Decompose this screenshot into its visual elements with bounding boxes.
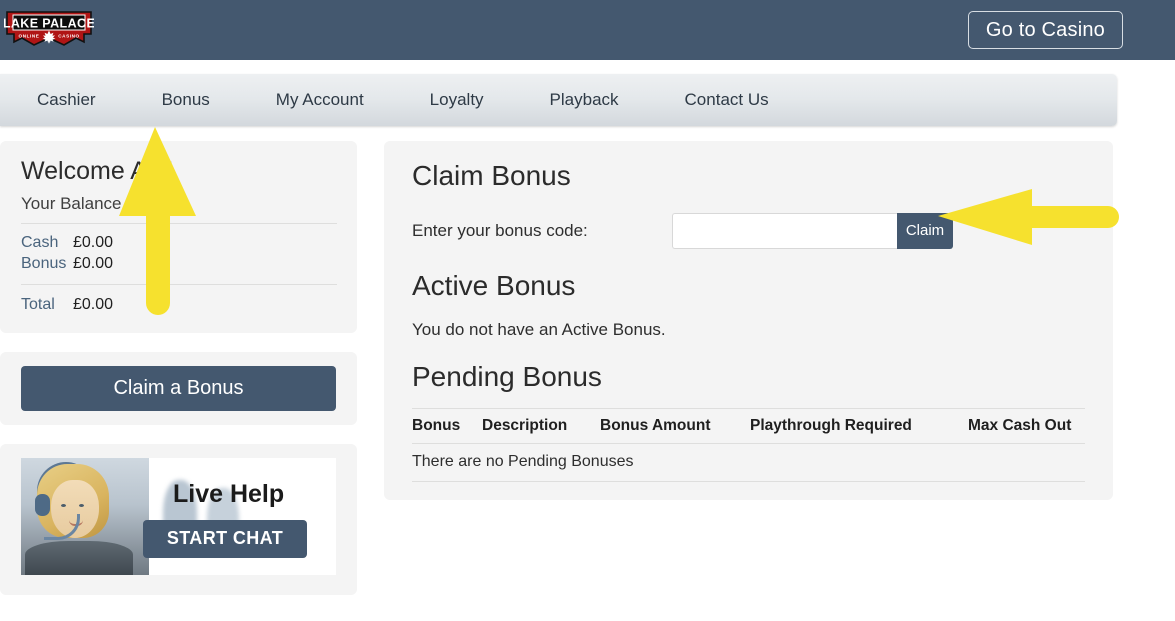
balance-row-cash: Cash £0.00 [21,232,337,253]
claim-a-bonus-button[interactable]: Claim a Bonus [21,365,336,411]
column-playthrough-required: Playthrough Required [750,407,968,444]
live-help-panel: Live Help START CHAT [0,443,357,595]
pending-bonus-empty-message: There are no Pending Bonuses [412,443,1085,482]
svg-text:ONLINE: ONLINE [19,34,40,39]
pending-bonus-heading: Pending Bonus [412,361,602,393]
headset-earcup [35,493,50,516]
balance-label-total: Total [21,295,55,313]
column-bonus: Bonus [412,407,482,444]
balance-row-bonus: Bonus £0.00 [21,253,337,274]
start-chat-button[interactable]: START CHAT [143,519,307,558]
active-bonus-message: You do not have an Active Bonus. [412,320,666,340]
agent-eye-left [61,503,66,507]
logo-graphic: LAKE PALACE ONLINE CASINO [4,11,94,46]
active-bonus-heading: Active Bonus [412,269,576,301]
nav-item-my-account[interactable]: My Account [262,90,378,110]
balance-heading: Your Balance [21,193,122,213]
column-max-cash-out: Max Cash Out [968,407,1085,444]
live-help-title: Live Help [173,479,285,508]
main-navigation: Cashier Bonus My Account Loyalty Playbac… [0,74,1117,126]
nav-item-loyalty[interactable]: Loyalty [416,90,498,110]
lake-palace-logo[interactable]: LAKE PALACE ONLINE CASINO [4,8,94,52]
bonus-code-input[interactable] [672,212,897,249]
nav-item-playback[interactable]: Playback [536,90,633,110]
agent-torso [25,540,133,575]
bonus-code-row: Enter your bonus code: Claim [412,212,1085,249]
column-bonus-amount: Bonus Amount [600,407,750,444]
start-chat-label: START CHAT [166,528,284,549]
balance-panel: Welcome A n! Your Balance Cash £0.00 Bon… [0,141,357,333]
nav-item-contact-us[interactable]: Contact Us [671,90,783,110]
claim-bonus-panel: Claim a Bonus [0,351,357,425]
go-to-casino-label: Go to Casino [985,18,1105,41]
table-row: There are no Pending Bonuses [412,443,1085,482]
balance-label-cash: Cash [21,233,59,251]
go-to-casino-button[interactable]: Go to Casino [967,11,1123,49]
pending-bonus-table: Bonus Description Bonus Amount Playthrou… [412,407,1085,482]
live-help-card[interactable]: Live Help START CHAT [21,457,336,575]
balance-value-cash: £0.00 [73,233,114,251]
welcome-heading: Welcome A n! [21,157,174,185]
agent-eye-right [79,503,84,507]
bonus-code-label: Enter your bonus code: [412,220,588,240]
balance-rows: Cash £0.00 Bonus £0.00 [21,224,337,274]
nav-item-cashier[interactable]: Cashier [23,90,110,110]
main-content-panel: Claim Bonus Enter your bonus code: Claim… [384,141,1113,500]
column-description: Description [482,407,600,444]
sidebar-column: Welcome A n! Your Balance Cash £0.00 Bon… [0,141,357,595]
balance-value-total: £0.00 [73,295,114,313]
claim-code-label: Claim [905,222,945,240]
page-root: LAKE PALACE ONLINE CASINO Go to Casino C… [0,0,1175,621]
claim-bonus-heading: Claim Bonus [412,160,571,191]
support-agent-photo [21,457,149,575]
nav-item-bonus[interactable]: Bonus [148,90,224,110]
balance-value-bonus: £0.00 [73,254,114,272]
pending-bonus-header-row: Bonus Description Bonus Amount Playthrou… [412,407,1085,444]
claim-code-button[interactable]: Claim [897,212,953,249]
top-header-bar: LAKE PALACE ONLINE CASINO Go to Casino [0,0,1175,60]
balance-row-total: Total £0.00 [21,285,337,315]
balance-label-bonus: Bonus [21,254,67,272]
claim-a-bonus-label: Claim a Bonus [113,376,244,399]
svg-text:CASINO: CASINO [58,34,79,39]
svg-text:LAKE PALACE: LAKE PALACE [4,17,94,31]
